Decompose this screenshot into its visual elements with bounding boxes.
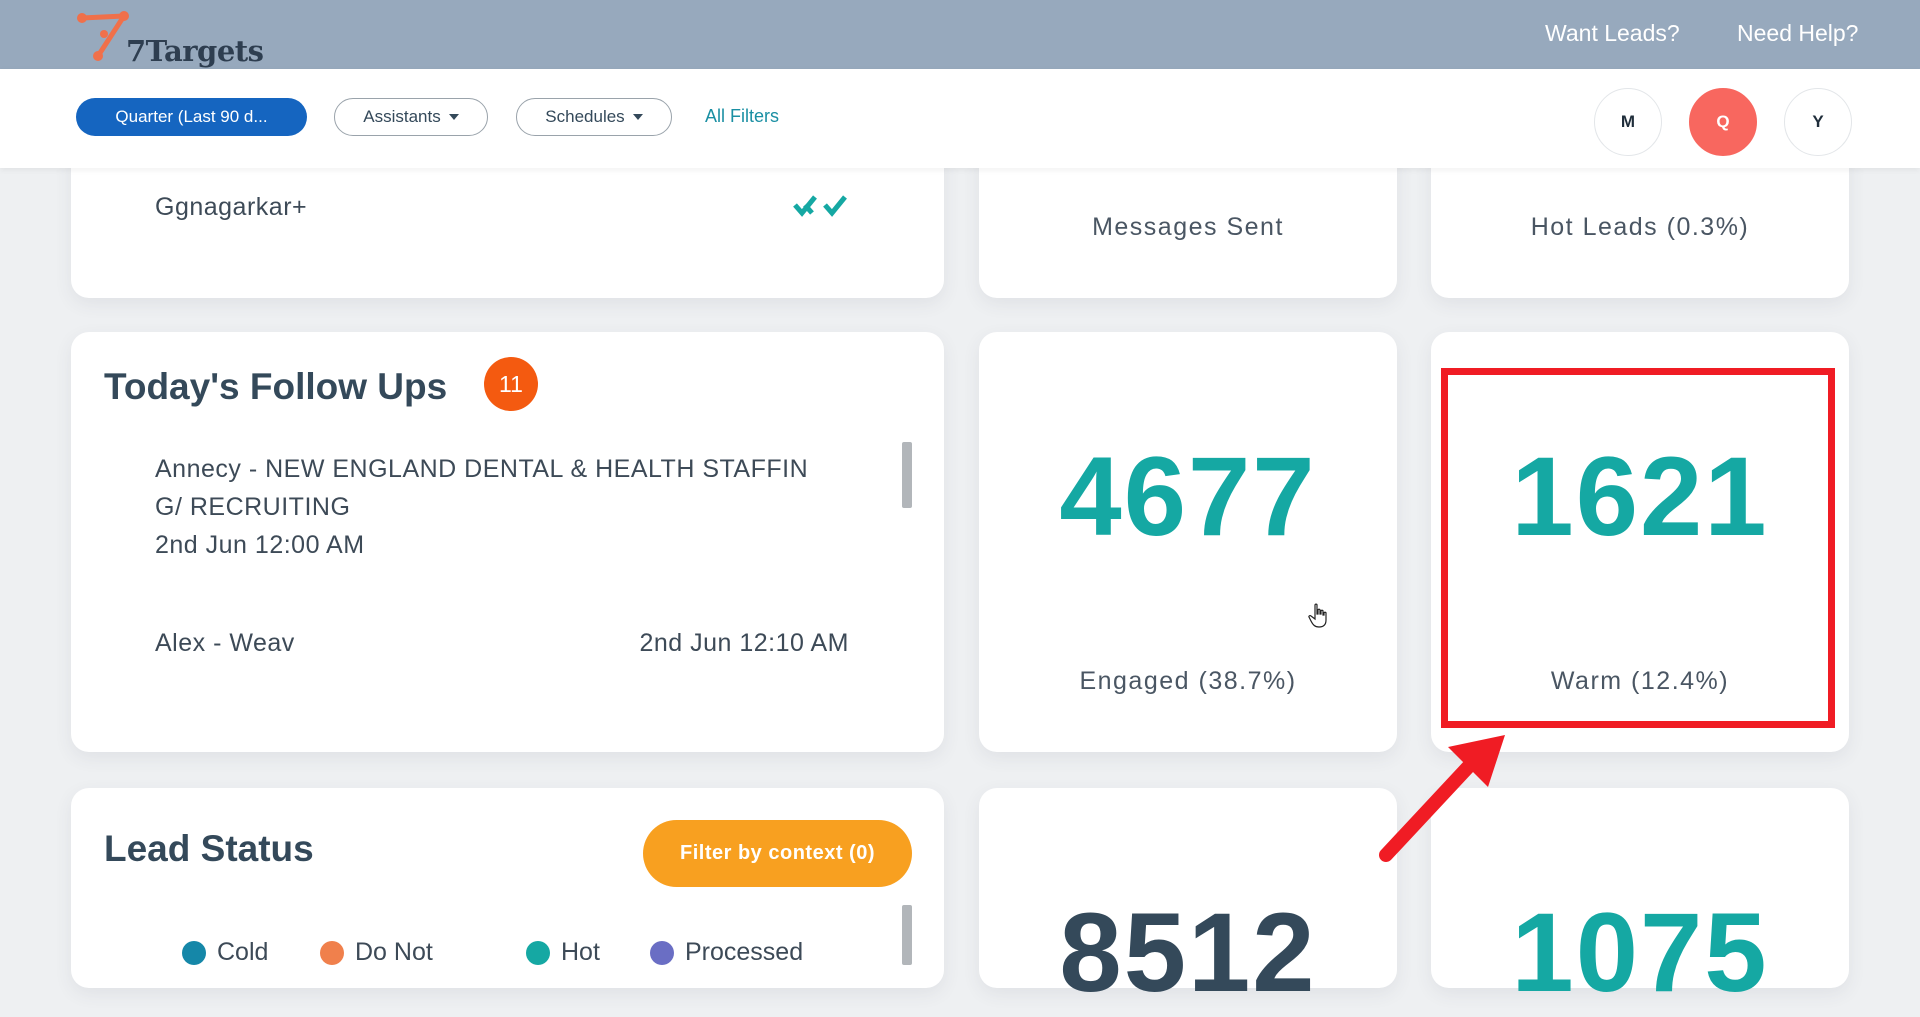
period-filter-button[interactable]: Quarter (Last 90 d...: [76, 98, 307, 136]
all-filters-link[interactable]: All Filters: [705, 106, 779, 127]
follow-up-time: 2nd Jun 12:10 AM: [639, 629, 849, 657]
follow-up-title-line1: Annecy - NEW ENGLAND DENTAL & HEALTH STA…: [155, 455, 809, 483]
follow-ups-scrollbar[interactable]: [902, 442, 912, 508]
period-year-button[interactable]: Y: [1784, 88, 1852, 156]
engaged-count: 4677: [1059, 434, 1317, 559]
schedules-label: Schedules: [545, 107, 625, 126]
period-filter-label: Quarter (Last 90 d...: [115, 107, 268, 126]
chevron-down-icon: [448, 114, 459, 120]
period-quarter-button[interactable]: Q: [1689, 88, 1757, 156]
double-check-icon: [793, 195, 847, 217]
hot-leads-label: Hot Leads (0.3%): [1530, 213, 1750, 241]
lead-status-scrollbar[interactable]: [902, 905, 912, 965]
engaged-card[interactable]: 4677 Engaged (38.7%): [979, 332, 1397, 752]
annotation-arrow-icon: [1379, 735, 1505, 862]
period-month-button[interactable]: M: [1594, 88, 1662, 156]
lead-status-title: Lead Status: [104, 828, 314, 869]
bottom-right-count: 1075: [1511, 890, 1769, 1015]
follow-up-name: Alex - Weav: [155, 629, 295, 657]
bottom-left-stat-card[interactable]: 8512: [979, 788, 1397, 1015]
follow-ups-count-badge: 11: [484, 357, 538, 411]
want-leads-link[interactable]: Want Leads?: [1545, 20, 1680, 47]
follow-ups-card: Today's Follow Ups 11 Annecy - NEW ENGLA…: [71, 332, 944, 752]
top-navigation-bar: 7Targets Want Leads? Need Help?: [0, 0, 1920, 69]
assistants-dropdown[interactable]: Assistants: [334, 98, 488, 136]
follow-ups-title: Today's Follow Ups: [104, 366, 448, 407]
engaged-label: Engaged (38.7%): [1079, 667, 1297, 695]
chevron-down-icon: [632, 114, 643, 120]
filter-bar: Quarter (Last 90 d... Assistants Schedul…: [0, 69, 1920, 168]
hand-cursor-icon: [1308, 603, 1327, 628]
contact-name: Ggnagarkar+: [155, 193, 308, 221]
legend-do-not-label: Do Not: [355, 938, 433, 966]
legend-hot-label: Hot: [561, 938, 600, 966]
legend-processed-dot: [650, 941, 674, 965]
bottom-left-count: 8512: [1059, 890, 1317, 1015]
warm-card[interactable]: 1621 Warm (12.4%): [1431, 332, 1849, 752]
follow-up-time: 2nd Jun 12:00 AM: [155, 531, 365, 559]
schedules-dropdown[interactable]: Schedules: [516, 98, 672, 136]
legend-do-not-dot: [320, 941, 344, 965]
messages-sent-label: Messages Sent: [1092, 213, 1284, 241]
legend-hot-dot: [526, 941, 550, 965]
assistants-label: Assistants: [363, 107, 441, 126]
brand-logo[interactable]: 7Targets: [76, 10, 276, 68]
legend-processed-label: Processed: [685, 938, 804, 966]
brand-name: 7Targets: [126, 34, 264, 68]
warm-count: 1621: [1511, 434, 1769, 559]
legend-cold-dot: [182, 941, 206, 965]
need-help-link[interactable]: Need Help?: [1737, 20, 1858, 47]
legend-cold-label: Cold: [217, 938, 269, 966]
follow-up-title-line2: G/ RECRUITING: [155, 493, 351, 521]
warm-label: Warm (12.4%): [1550, 667, 1730, 695]
filter-by-context-button[interactable]: Filter by context (0): [643, 820, 912, 887]
